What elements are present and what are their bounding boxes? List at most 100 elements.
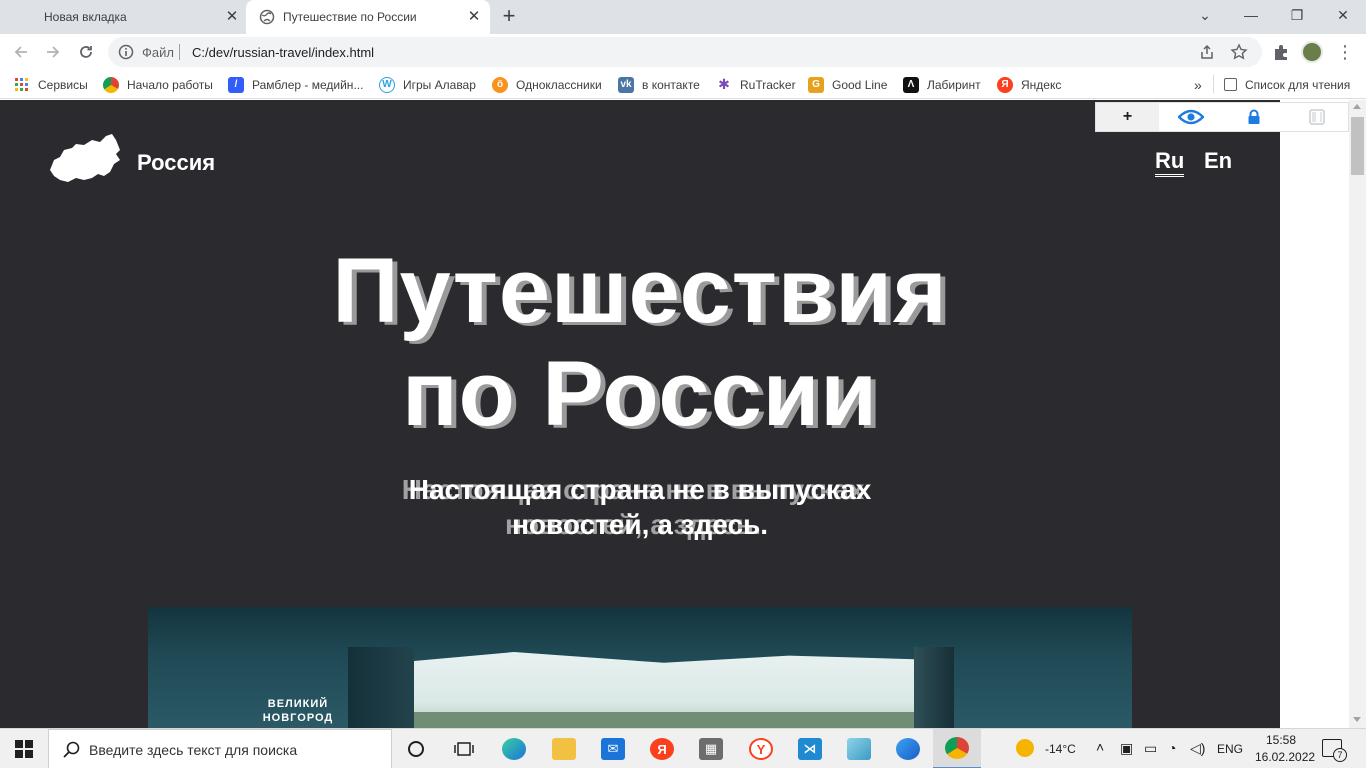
back-button[interactable] [8,39,34,65]
app-icon [896,738,920,760]
bookmark-rambler[interactable]: / Рамблер - медийн... [228,76,363,93]
hero-title-line: по России [402,343,878,445]
taskbar-search-box[interactable]: Введите здесь текст для поиска [48,729,392,768]
clock-time[interactable]: 15:58 [1266,733,1296,747]
search-placeholder: Введите здесь текст для поиска [89,742,298,758]
reload-icon [80,46,92,58]
taskbar-yandex-browser[interactable]: Y [737,729,785,768]
volume-icon[interactable]: ◁) [1190,740,1205,757]
weather-sun-icon[interactable] [1016,739,1034,757]
lang-ru-link[interactable]: Ru [1155,148,1185,177]
scroll-thumb[interactable] [1351,117,1364,175]
info-icon[interactable] [118,44,134,60]
more-bookmarks-button[interactable]: » [1194,76,1202,93]
bookmark-label: Good Line [832,77,888,92]
bookmark-getting-started[interactable]: Начало работы [103,76,213,93]
tab-title: Новая вкладка [44,10,127,24]
taskbar-explorer[interactable] [540,729,588,768]
add-button[interactable]: + [1096,103,1159,131]
windows-taskbar: Введите здесь текст для поиска ✉ Я ▦ Y ⋊… [0,728,1366,768]
taskbar-app[interactable] [884,729,932,768]
task-view-button[interactable] [440,729,488,768]
taskbar-vscode[interactable]: ⋊ [786,729,834,768]
bookmark-services[interactable]: Сервисы [14,76,88,93]
reload-button[interactable] [73,39,99,65]
close-window-button[interactable]: ✕ [1320,0,1366,30]
bookmark-odnoklassniki[interactable]: ö Одноклассники [492,76,602,93]
taskbar-edge[interactable] [490,729,538,768]
bookmark-label: Игры Алавар [403,77,476,92]
tab-new-tab[interactable]: Новая вкладка ✕ [0,0,246,34]
chrome-icon [103,76,119,93]
mail-icon: ✉ [601,738,625,760]
menu-kebab-icon[interactable]: ⋮ [1334,41,1356,63]
battery-icon[interactable]: ▭ [1144,740,1157,757]
profile-avatar[interactable] [1301,41,1323,63]
taskbar-mail[interactable]: ✉ [589,729,637,768]
page-scrollbar[interactable] [1349,100,1366,728]
bookmark-labirint[interactable]: Λ Лабиринт [903,76,981,93]
star-icon[interactable] [1230,43,1248,61]
eye-icon[interactable] [1159,103,1222,131]
clock-date[interactable]: 16.02.2022 [1255,750,1315,764]
tab-strip: Новая вкладка ✕ Путешествие по России ✕ … [0,0,1366,34]
extension-overlay-toolbar: + [1095,102,1349,132]
reading-list-button[interactable]: Список для чтения [1224,76,1350,93]
yandex-icon: Я [650,738,674,760]
tab-search-icon[interactable]: ⌄ [1182,0,1228,30]
search-icon [63,741,80,758]
chevron-up-icon[interactable]: ˄ [1096,739,1104,755]
toggle-icon[interactable] [1285,103,1348,131]
bookmark-alawar[interactable]: W Игры Алавар [379,76,476,93]
bookmark-vkontakte[interactable]: vk в контакте [618,76,700,93]
start-button[interactable] [0,729,48,768]
minimize-button[interactable]: — [1228,0,1274,30]
bookmark-goodline[interactable]: G Good Line [808,76,887,93]
arrow-left-icon [14,46,27,58]
bookmark-label: RuTracker [740,77,796,92]
edge-icon [502,738,526,760]
url-text[interactable]: C:/dev/russian-travel/index.html [192,45,374,60]
address-bar[interactable]: Файл C:/dev/russian-travel/index.html [108,37,1262,67]
photo-detail [414,712,914,728]
bookmark-label: Начало работы [127,77,213,92]
hero-subtitle-line: Настоящая страна не в выпусках [408,474,872,505]
close-icon[interactable]: ✕ [224,9,240,25]
taskbar-calculator[interactable]: ▦ [687,729,735,768]
photo-detail [914,647,954,728]
weather-temp[interactable]: -14°C [1045,742,1076,756]
language-indicator[interactable]: ENG [1217,742,1243,756]
meet-icon[interactable]: ▣ [1120,740,1133,757]
yandex-browser-icon: Y [749,738,773,760]
scroll-up-arrow[interactable] [1353,104,1361,109]
windows-logo-icon [15,740,33,758]
taskbar-app[interactable] [835,729,883,768]
notifications-button[interactable]: 7 [1322,739,1347,762]
tab-russia-travel[interactable]: Путешествие по России ✕ [246,0,490,34]
forward-button[interactable] [40,39,66,65]
bookmark-yandex[interactable]: Я Яндекс [997,76,1061,93]
arrow-right-icon [47,46,60,58]
wifi-icon[interactable]: ◔ [1168,740,1176,756]
scroll-down-arrow[interactable] [1353,717,1361,722]
taskbar-chrome[interactable] [933,729,981,768]
ok-icon: ö [492,76,508,93]
hero-title-line: Путешествия [332,240,948,342]
bookmarks-bar: Сервисы Начало работы / Рамблер - медийн… [0,70,1366,99]
cortana-button[interactable] [392,729,440,768]
lang-en-link[interactable]: En [1204,148,1232,174]
reading-list-icon [1224,78,1237,91]
taskbar-yandex[interactable]: Я [638,729,686,768]
close-icon[interactable]: ✕ [466,9,482,25]
extensions-puzzle-icon[interactable] [1270,41,1292,63]
globe-icon [259,9,275,25]
lock-icon[interactable] [1222,103,1285,131]
bookmark-label: Рамблер - медийн... [252,77,364,92]
brand-name[interactable]: Россия [137,150,215,176]
share-icon[interactable] [1198,43,1216,61]
alawar-icon: W [379,76,395,93]
new-tab-button[interactable]: + [498,5,520,28]
maximize-button[interactable]: ❐ [1274,0,1320,30]
hero-subtitle-line: новостей, а здесь. [511,509,769,540]
bookmark-rutracker[interactable]: ✱ RuTracker [716,76,796,93]
